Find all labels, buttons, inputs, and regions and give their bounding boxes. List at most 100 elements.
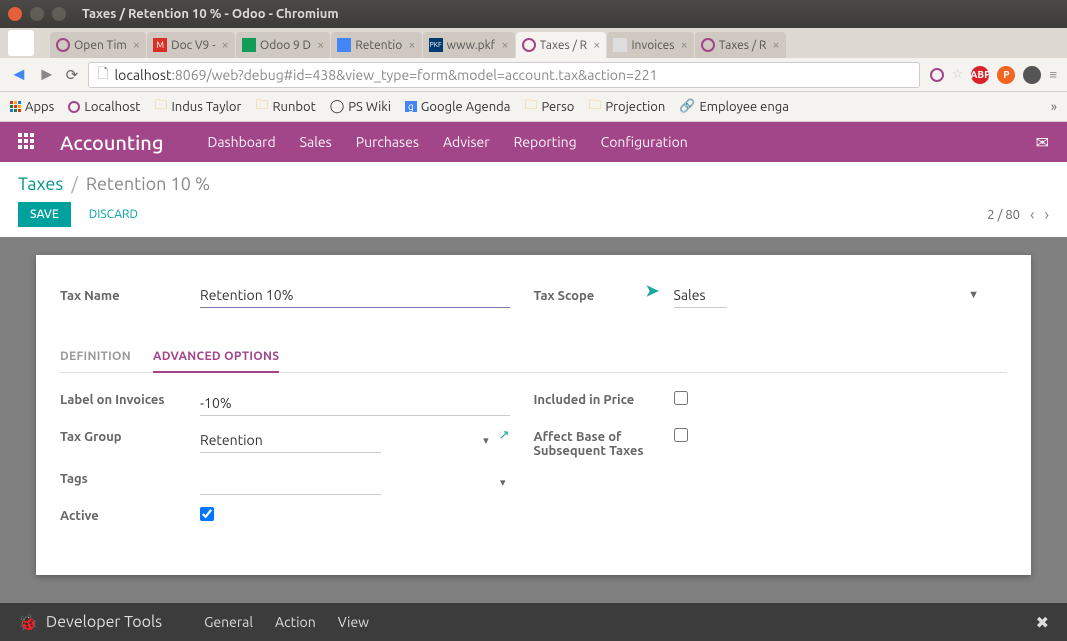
odoo-ext-icon[interactable] — [930, 68, 944, 82]
window-minimize-button[interactable] — [30, 7, 44, 21]
external-link-icon[interactable]: ↗ — [499, 428, 510, 443]
browser-tab[interactable]: Taxes / R× — [695, 32, 786, 58]
breadcrumb-parent[interactable]: Taxes — [18, 174, 63, 194]
bookmarks-overflow-icon[interactable]: » — [1051, 100, 1057, 114]
browser-toolbar: ◄ ► ⟳ 🗋 localhost:8069/web?debug#id=438&… — [0, 58, 1067, 92]
link-icon: 🔗 — [679, 99, 695, 114]
tax-group-label: Tax Group — [60, 428, 200, 444]
nav-sales[interactable]: Sales — [300, 134, 332, 150]
browser-tab[interactable]: Retentio× — [331, 32, 421, 58]
bookmark-folder-runbot[interactable]: 🗀Runbot — [255, 96, 315, 118]
window-close-button[interactable] — [8, 7, 22, 21]
window-maximize-button[interactable] — [52, 7, 66, 21]
browser-tab[interactable]: Open Tim× — [50, 32, 146, 58]
chevron-down-icon: ▾ — [483, 434, 489, 447]
pager: 2 / 80 ‹ › — [987, 206, 1049, 224]
bookmark-folder-perso[interactable]: 🗀Perso — [524, 96, 574, 118]
tab-close-icon[interactable]: × — [501, 38, 508, 52]
tags-label: Tags — [60, 470, 200, 486]
breadcrumb: Taxes / Retention 10 % — [18, 174, 1049, 194]
sheets-icon — [242, 38, 256, 52]
reload-button[interactable]: ⟳ — [66, 66, 79, 84]
tab-definition[interactable]: DEFINITION — [60, 342, 131, 372]
bookmark-agenda[interactable]: gGoogle Agenda — [405, 100, 510, 114]
form-sheet: Tax Name Tax Scope ➤ Sales ▼ DEFINITION … — [36, 255, 1031, 575]
folder-icon: 🗀 — [588, 96, 601, 118]
odoo-icon — [522, 38, 536, 52]
pager-next-icon[interactable]: › — [1045, 206, 1050, 224]
tags-input[interactable] — [200, 470, 381, 495]
chevron-down-icon: ▾ — [500, 476, 506, 489]
forward-button[interactable]: ► — [38, 64, 56, 85]
active-checkbox[interactable] — [200, 507, 214, 521]
devtools-general[interactable]: General — [204, 614, 253, 630]
tax-scope-select[interactable]: Sales — [674, 283, 727, 308]
tab-close-icon[interactable]: × — [593, 38, 600, 52]
nav-reporting[interactable]: Reporting — [514, 134, 577, 150]
apps-shortcut[interactable]: Apps — [10, 100, 54, 114]
label-on-invoices-label: Label on Invoices — [60, 391, 200, 407]
bookmark-folder-projection[interactable]: 🗀Projection — [588, 96, 665, 118]
browser-tab-strip: Open Tim× MDoc V9 -× Odoo 9 D× Retentio×… — [0, 28, 1067, 58]
tab-close-icon[interactable]: × — [222, 38, 229, 52]
browser-tab[interactable]: Odoo 9 D× — [236, 32, 330, 58]
address-bar[interactable]: 🗋 localhost:8069/web?debug#id=438&view_t… — [88, 62, 920, 88]
nav-dashboard[interactable]: Dashboard — [207, 134, 275, 150]
devtools-action[interactable]: Action — [275, 614, 316, 630]
page-icon: 🗋 — [97, 63, 108, 87]
browser-tab[interactable]: Invoices× — [607, 32, 693, 58]
affect-base-label: Affect Base of Subsequent Taxes — [534, 428, 674, 458]
cursor-icon: ➤ — [646, 281, 659, 300]
gmail-icon: M — [153, 38, 167, 52]
bookmark-pswiki[interactable]: ◯PS Wiki — [330, 99, 391, 114]
menu-icon[interactable]: ≡ — [1049, 67, 1057, 82]
browser-tab-active[interactable]: Taxes / R× — [516, 32, 607, 58]
tab-close-icon[interactable]: × — [772, 38, 779, 52]
browser-tab[interactable]: PKFwww.pkf× — [423, 32, 515, 58]
abp-icon[interactable]: ABP — [971, 66, 989, 84]
included-in-price-checkbox[interactable] — [674, 391, 688, 405]
odoo-navbar: Accounting Dashboard Sales Purchases Adv… — [0, 122, 1067, 162]
pager-prev-icon[interactable]: ‹ — [1030, 206, 1035, 224]
apps-menu-icon[interactable] — [18, 133, 36, 151]
avatar-ext-icon[interactable] — [1023, 66, 1041, 84]
nav-purchases[interactable]: Purchases — [356, 134, 419, 150]
url-path: :8069/web?debug#id=438&view_type=form&mo… — [171, 67, 657, 83]
pager-text[interactable]: 2 / 80 — [987, 208, 1020, 222]
messaging-icon[interactable]: ✉ — [1036, 133, 1049, 152]
affect-base-checkbox[interactable] — [674, 428, 688, 442]
devtools-close-icon[interactable]: ✖ — [1036, 613, 1049, 632]
tab-close-icon[interactable]: × — [681, 38, 688, 52]
label-on-invoices-input[interactable] — [200, 391, 510, 416]
unity-avatar-icon — [8, 30, 34, 56]
module-title[interactable]: Accounting — [60, 131, 163, 154]
docs-icon — [337, 38, 351, 52]
devtools-title: 🐞Developer Tools — [18, 613, 162, 632]
tax-group-select[interactable] — [200, 428, 381, 453]
bookmark-folder-indus[interactable]: 🗀Indus Taylor — [154, 96, 241, 118]
star-icon[interactable]: ☆ — [952, 67, 964, 82]
tab-close-icon[interactable]: × — [408, 38, 415, 52]
google-icon: g — [405, 101, 417, 112]
bookmark-localhost[interactable]: Localhost — [68, 100, 140, 114]
nav-adviser[interactable]: Adviser — [443, 134, 490, 150]
back-button[interactable]: ◄ — [10, 64, 28, 85]
save-button[interactable]: SAVE — [18, 202, 71, 227]
discard-button[interactable]: DISCARD — [77, 202, 150, 227]
tab-advanced-options[interactable]: ADVANCED OPTIONS — [153, 342, 279, 373]
favicon-icon — [56, 38, 70, 52]
p-ext-icon[interactable]: P — [997, 66, 1015, 84]
nav-configuration[interactable]: Configuration — [601, 134, 688, 150]
developer-tools-bar: 🐞Developer Tools General Action View ✖ — [0, 603, 1067, 641]
chevron-down-icon: ▼ — [968, 289, 979, 301]
tab-close-icon[interactable]: × — [133, 38, 140, 52]
folder-icon: 🗀 — [524, 96, 537, 118]
bookmark-employee[interactable]: 🔗Employee enga — [679, 99, 789, 114]
browser-tab[interactable]: MDoc V9 -× — [147, 32, 235, 58]
breadcrumb-sep: / — [71, 174, 78, 194]
devtools-view[interactable]: View — [338, 614, 369, 630]
url-host: localhost — [115, 67, 172, 83]
apps-grid-icon — [10, 101, 21, 112]
tax-name-input[interactable] — [200, 283, 510, 308]
tab-close-icon[interactable]: × — [317, 38, 324, 52]
